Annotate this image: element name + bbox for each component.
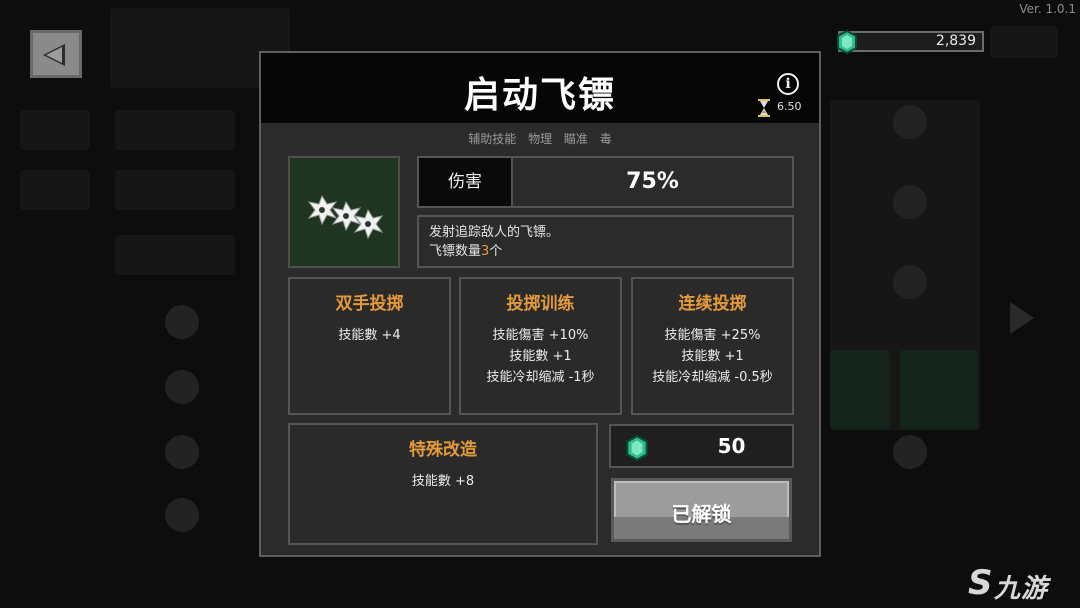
gem-icon [626,434,648,462]
tag: 毒 [599,132,612,146]
cooldown-value: 6.50 [777,100,802,113]
description-line: 飞镖数量3个 [429,242,782,261]
upgrade-title: 双手投掷 [335,294,404,314]
hourglass-icon [758,99,770,117]
unlock-cost: 50 [609,424,794,468]
description-line: 发射追踪敌人的飞镖。 [429,225,560,240]
upgrade-effect: 技能傷害 +25% [664,328,761,343]
upgrade-effect: 技能數 +1 [681,349,744,364]
gem-icon [837,29,857,55]
cost-value: 50 [717,434,746,458]
stat-label: 伤害 [419,158,513,206]
skill-description: 发射追踪敌人的飞镖。 飞镖数量3个 [417,215,794,268]
bg-skill-slot [893,105,927,139]
bg-slot-green [830,350,890,430]
description-text: 个 [489,244,503,259]
tag: 瞄准 [563,132,588,146]
bg-panel [115,235,235,275]
upgrade-effects: 技能數 +4 [290,325,449,346]
gem-counter: 2,839 [837,29,984,55]
upgrade-effect: 技能冷却缩减 -1秒 [486,370,595,385]
upgrade-title: 特殊改造 [409,440,477,460]
bg-skill-slot [165,498,199,532]
upgrade-card[interactable]: 双手投掷 技能數 +4 [288,277,451,415]
upgrade-effect: 技能數 +8 [411,474,475,489]
upgrade-card[interactable]: 特殊改造 技能數 +8 [288,423,598,545]
upgrade-effect: 技能傷害 +10% [492,328,589,343]
bg-skill-slot [893,435,927,469]
unlock-label: 已解锁 [671,502,732,526]
upgrade-effect: 技能冷却缩减 -0.5秒 [652,370,773,385]
skill-dialog: 启动飞镖 i 6.50 辅助技能 物理 瞄准 毒 伤害 75% 发射追踪敌人的飞… [259,51,821,557]
damage-stat: 伤害 75% [417,156,794,208]
dialog-header: 启动飞镖 i 6.50 [261,53,819,123]
shuriken-icon [307,194,384,240]
upgrade-title: 投掷训练 [506,294,575,314]
upgrade-card[interactable]: 投掷训练 技能傷害 +10% 技能數 +1 技能冷却缩减 -1秒 [459,277,622,415]
skill-tags: 辅助技能 物理 瞄准 毒 [261,130,819,147]
upgrade-card[interactable]: 连续投掷 技能傷害 +25% 技能數 +1 技能冷却缩减 -0.5秒 [631,277,794,415]
upgrade-effect: 技能數 +1 [509,349,572,364]
bg-panel [20,110,90,150]
upgrade-effects: 技能傷害 +10% 技能數 +1 技能冷却缩减 -1秒 [461,325,620,388]
bg-skill-slot [165,305,199,339]
description-text: 飞镖数量 [429,244,482,259]
bg-panel [115,170,235,210]
upgrade-effects: 技能傷害 +25% 技能數 +1 技能冷却缩减 -0.5秒 [633,325,792,388]
upgrade-effects: 技能數 +8 [290,471,596,492]
bg-panel [115,110,235,150]
upgrade-effect: 技能數 +4 [338,328,401,343]
bg-panel [990,26,1058,58]
tag: 物理 [528,132,553,146]
bg-skill-slot [165,435,199,469]
bg-skill-slot [893,265,927,299]
bg-skill-slot [893,185,927,219]
back-arrow-icon[interactable] [30,30,82,78]
watermark-logo-icon: S [968,563,993,603]
bg-panel [20,170,90,210]
skill-title: 启动飞镖 [463,75,616,116]
skill-icon-frame [288,156,400,268]
bg-slot-green [900,350,978,430]
tag: 辅助技能 [468,132,517,146]
next-arrow-icon[interactable] [1010,302,1034,334]
bg-skill-slot [165,370,199,404]
upgrade-title: 连续投掷 [678,294,747,314]
stat-value: 75% [626,169,679,194]
gem-count: 2,839 [935,33,976,49]
watermark-text: 九游 [994,574,1049,604]
version-label: Ver. 1.0.1 [1019,2,1076,16]
info-icon[interactable]: i [777,73,799,95]
unlock-button[interactable]: 已解锁 [611,478,792,542]
